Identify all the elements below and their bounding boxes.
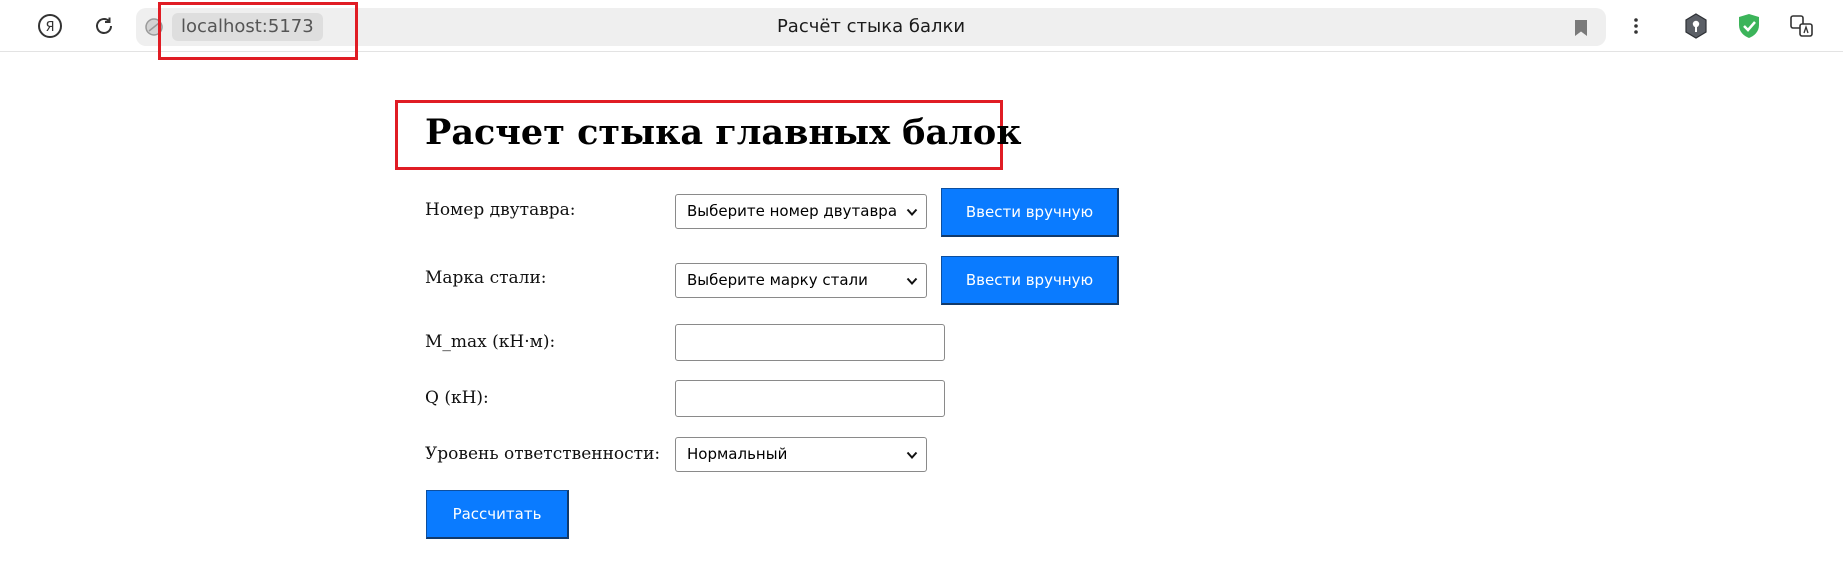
chevron-down-icon <box>906 208 918 216</box>
beam-number-label: Номер двутавра: <box>425 200 576 220</box>
steel-grade-value: Выберите марку стали <box>687 271 868 289</box>
calculate-button[interactable]: Рассчитать <box>426 490 569 539</box>
reload-icon[interactable] <box>90 12 118 40</box>
url-highlight-box <box>158 2 358 60</box>
page-title: Расчет стыка главных балок <box>425 112 1022 153</box>
chevron-down-icon <box>906 277 918 285</box>
chevron-down-icon <box>906 451 918 459</box>
more-menu-icon[interactable] <box>1622 12 1650 40</box>
q-input[interactable] <box>675 380 945 417</box>
beam-number-value: Выберите номер двутавра <box>687 202 898 220</box>
steel-grade-label: Марка стали: <box>425 268 547 288</box>
adguard-shield-icon[interactable] <box>1735 12 1763 40</box>
svg-text:Я: Я <box>45 20 54 35</box>
responsibility-label: Уровень ответственности: <box>425 444 661 464</box>
steel-grade-select[interactable]: Выберите марку стали <box>675 263 927 298</box>
yandex-icon[interactable]: Я <box>36 12 64 40</box>
q-label: Q (кН): <box>425 388 489 408</box>
responsibility-value: Нормальный <box>687 445 788 463</box>
beam-manual-button[interactable]: Ввести вручную <box>941 188 1119 237</box>
steel-manual-button[interactable]: Ввести вручную <box>941 256 1119 305</box>
beam-number-select[interactable]: Выберите номер двутавра <box>675 194 927 229</box>
responsibility-select[interactable]: Нормальный <box>675 437 927 472</box>
m-max-label: M_max (кН·м): <box>425 332 556 352</box>
bookmark-icon[interactable] <box>1572 18 1590 38</box>
vpn-extension-icon[interactable] <box>1682 12 1710 40</box>
translate-extension-icon[interactable] <box>1788 12 1816 40</box>
m-max-input[interactable] <box>675 324 945 361</box>
